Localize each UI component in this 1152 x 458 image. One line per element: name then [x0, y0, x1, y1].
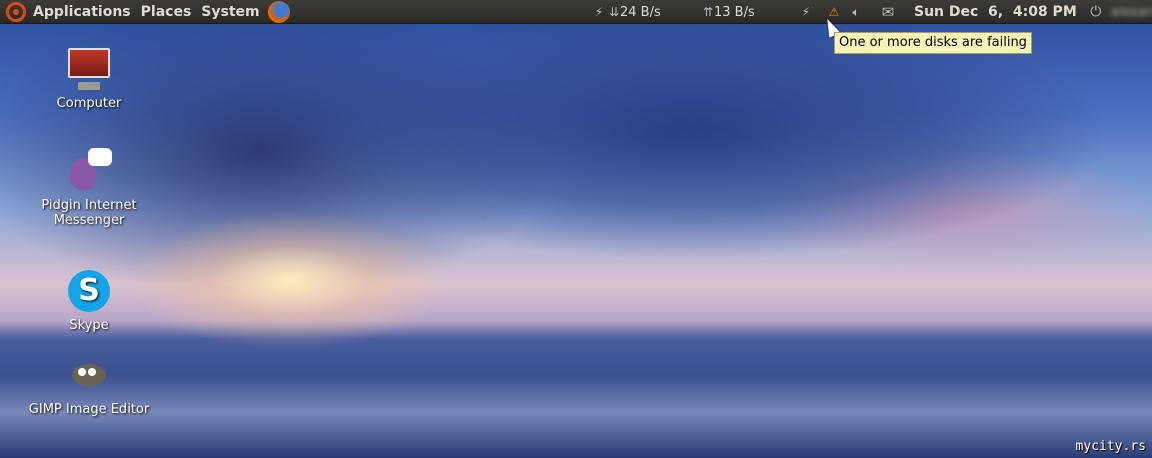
menu-system[interactable]: System [196, 4, 264, 20]
icon-label: Skype [69, 318, 109, 333]
disk-warning-icon[interactable]: ⚠ [822, 5, 846, 19]
network-disconnected-icon[interactable]: ⚡ [774, 5, 810, 19]
power-icon[interactable]: ⏻ [1085, 4, 1107, 20]
download-arrow-icon: ⇊ [608, 5, 620, 19]
watermark: mycity.rs [1075, 439, 1146, 454]
menu-places[interactable]: Places [136, 4, 197, 20]
desktop-icon-skype[interactable]: S Skype [24, 268, 154, 333]
mail-icon[interactable]: ✉ [876, 3, 900, 21]
icon-label: GIMP Image Editor [28, 402, 150, 417]
icon-label: Computer [56, 96, 122, 111]
gimp-icon [66, 352, 112, 398]
pidgin-icon [66, 148, 112, 194]
icon-label: Messenger [53, 213, 125, 228]
firefox-launcher-icon[interactable] [267, 0, 290, 23]
computer-icon [66, 46, 112, 92]
upload-arrow-icon: ⇈ [702, 5, 714, 19]
clock[interactable]: Sun Dec 6, 4:08 PM [914, 4, 1077, 20]
net-upload-rate: 13 B/s [714, 4, 755, 20]
top-panel: Applications Places System ⚡ ⇊ 24 B/s ⇈ … [0, 0, 1152, 24]
desktop-icon-pidgin[interactable]: Pidgin Internet Messenger [24, 148, 154, 228]
username[interactable]: alexandra [1111, 5, 1152, 20]
network-plug-icon[interactable]: ⚡ [590, 5, 608, 19]
panel-indicators: ⚡ ⇊ 24 B/s ⇈ 13 B/s ⚡ ⚠ 🔈︎ ✉ Sun Dec 6, … [590, 0, 1152, 24]
skype-icon: S [66, 268, 112, 314]
desktop-icon-gimp[interactable]: GIMP Image Editor [24, 352, 154, 417]
net-download-rate: 24 B/s [620, 4, 661, 20]
icon-label: Pidgin Internet [41, 198, 137, 213]
disk-failure-tooltip: One or more disks are failing [834, 32, 1032, 54]
desktop-icon-computer[interactable]: Computer [24, 46, 154, 111]
volume-icon[interactable]: 🔈︎ [846, 5, 866, 20]
menu-applications[interactable]: Applications [28, 4, 136, 20]
ubuntu-logo-icon[interactable] [6, 1, 26, 22]
